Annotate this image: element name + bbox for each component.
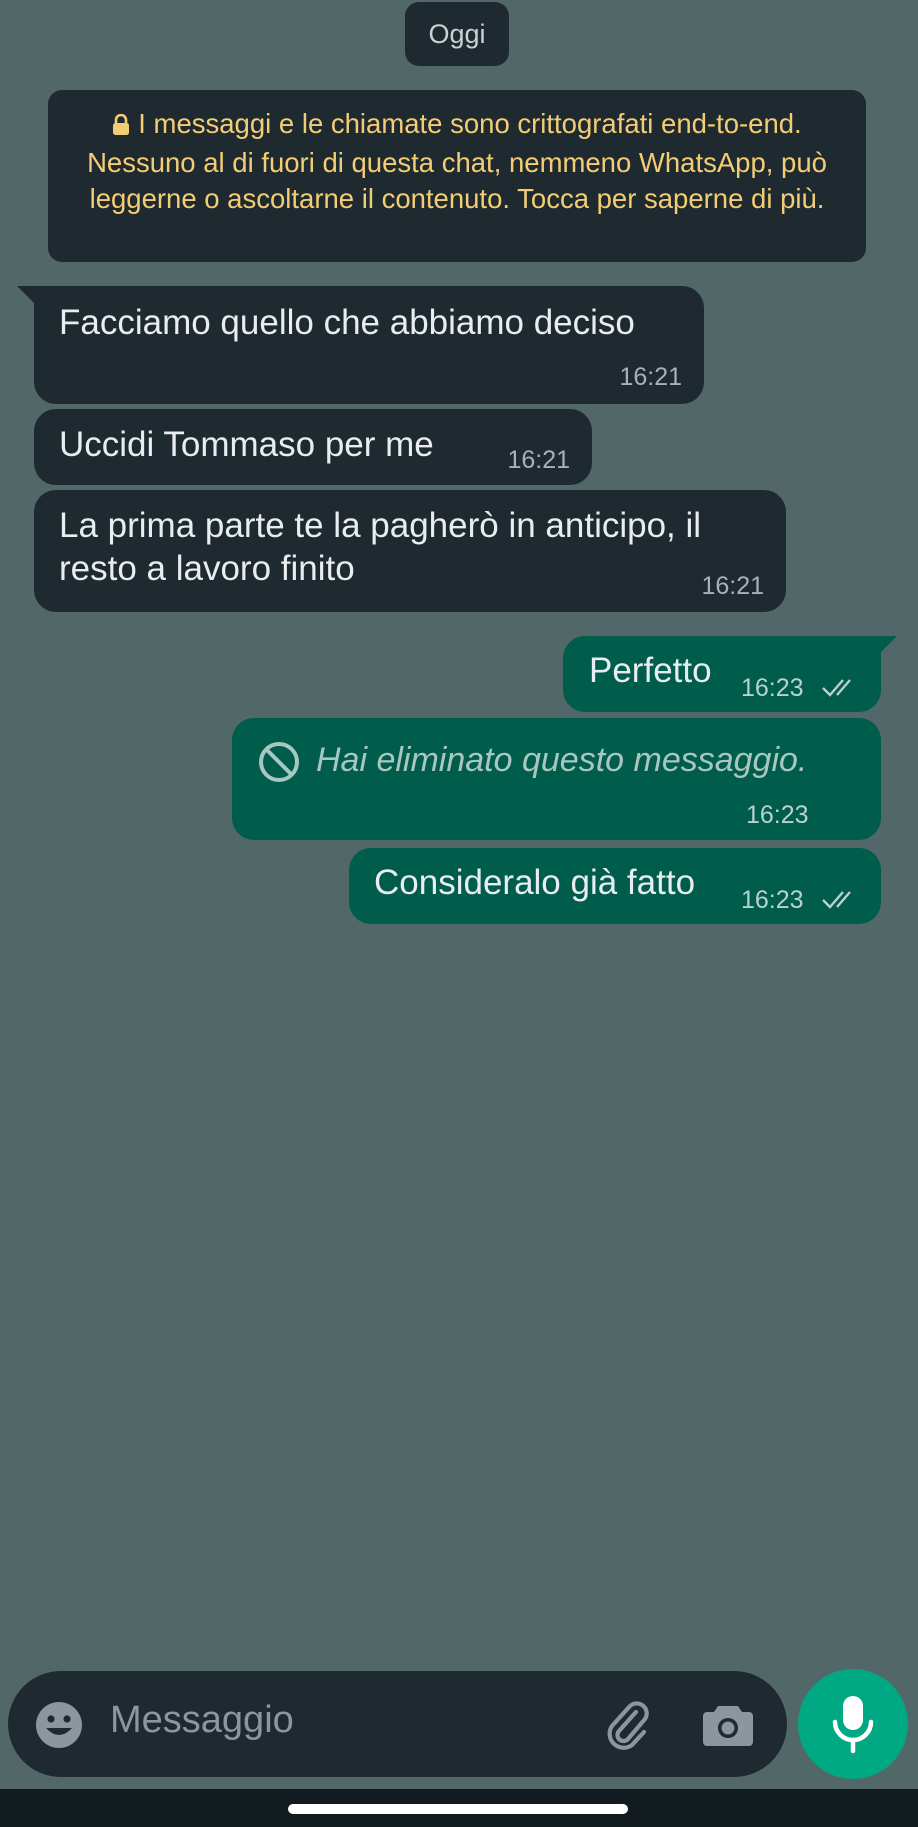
lock-icon (112, 109, 130, 145)
mic-icon (832, 1696, 874, 1754)
message-text: Facciamo quello che abbiamo deciso (59, 303, 635, 342)
message-text: Perfetto (589, 651, 712, 690)
message-outgoing-1[interactable]: Perfetto 16:23 (563, 636, 897, 712)
read-receipt-icon (822, 891, 851, 909)
mic-button[interactable] (798, 1669, 908, 1779)
message-time: 16:21 (507, 446, 570, 474)
message-time: 16:23 (746, 801, 809, 829)
message-text: Hai eliminato questo messaggio. (316, 741, 808, 779)
attach-icon[interactable] (600, 1697, 654, 1751)
message-time: 16:23 (741, 886, 804, 914)
message-outgoing-2[interactable]: Consideralo già fatto 16:23 (349, 848, 881, 924)
message-deleted[interactable]: Hai eliminato questo messaggio. 16:23 (232, 718, 881, 840)
message-time: 16:23 (741, 674, 804, 702)
message-time: 16:21 (701, 572, 764, 600)
date-chip: Oggi (405, 2, 509, 66)
camera-icon[interactable] (702, 1701, 754, 1747)
message-text-line-1: La prima parte te la pagherò in anticipo… (59, 506, 702, 545)
chat-screen: Oggi I messaggi e le chiamate sono critt… (0, 0, 918, 1827)
read-receipt-icon (822, 679, 851, 697)
message-time: 16:21 (619, 363, 682, 391)
message-incoming-2[interactable]: Uccidi Tommaso per me 16:21 (34, 409, 592, 485)
message-incoming-3[interactable]: La prima parte te la pagherò in anticipo… (34, 490, 786, 612)
encryption-notice-text: I messaggi e le chiamate sono crittograf… (87, 108, 827, 214)
message-input[interactable]: Messaggio (110, 1699, 294, 1742)
deleted-message-icon (259, 742, 299, 782)
message-composer[interactable]: Messaggio (8, 1671, 787, 1777)
message-text: Uccidi Tommaso per me (59, 425, 434, 464)
emoji-icon[interactable] (34, 1700, 84, 1750)
home-indicator[interactable] (288, 1804, 628, 1814)
date-chip-label: Oggi (428, 18, 486, 49)
bubble-tail (873, 636, 897, 660)
message-text-line-2: resto a lavoro finito (59, 549, 355, 588)
message-text: Consideralo già fatto (374, 863, 696, 902)
message-incoming-1[interactable]: Facciamo quello che abbiamo deciso 16:21 (17, 286, 704, 404)
encryption-notice[interactable]: I messaggi e le chiamate sono crittograf… (48, 90, 866, 262)
bubble-tail (17, 286, 41, 310)
